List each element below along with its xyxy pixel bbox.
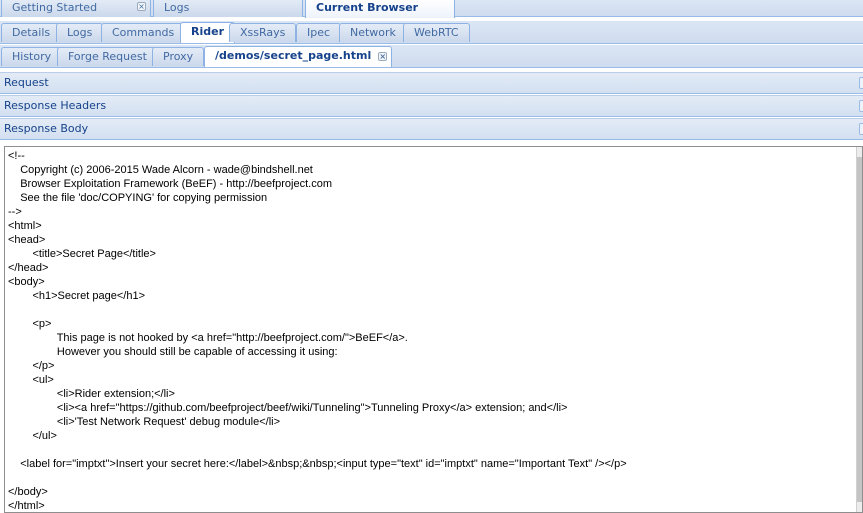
code-line: </body> [8,486,48,498]
code-line: </html> [8,500,45,512]
code-line: </ul> [8,430,57,442]
collapse-tool-icon[interactable] [859,100,863,112]
request-panel-header[interactable]: Request [0,72,863,94]
tab-getting-started[interactable]: Getting Started × [1,0,151,17]
code-line: --> [8,206,22,218]
tab-rider[interactable]: Rider [180,22,235,43]
tab-webrtc[interactable]: WebRTC [403,23,470,42]
rider-tab-strip: History Forge Request Proxy /demos/secre… [0,45,863,68]
panel-title: Response Headers [4,99,107,112]
code-line: <li>'Test Network Request' debug module<… [8,416,281,428]
code-line: Copyright (c) 2006-2015 Wade Alcorn - wa… [8,164,313,176]
code-line: <html> [8,220,42,232]
tab-xssrays[interactable]: XssRays [229,23,297,42]
main-tab-strip: Getting Started × Logs Current Browser [0,0,863,18]
response-headers-panel-header[interactable]: Response Headers [0,95,863,117]
tab-history[interactable]: History [1,47,63,66]
tab-secret-page[interactable]: /demos/secret_page.html × [204,46,393,67]
code-line: <ul> [8,374,54,386]
close-icon[interactable]: × [378,52,388,61]
code-line: <body> [8,276,45,288]
tab-label: Commands [112,26,175,39]
code-line: </p> [8,360,55,372]
tab-network[interactable]: Network [339,23,407,42]
response-body-panel-header[interactable]: Response Body [0,118,863,140]
code-line: <title>Secret Page</title> [8,248,156,260]
tab-label: Forge Request [68,50,147,63]
code-line: See the file 'doc/COPYING' for copying p… [8,192,268,204]
tab-label: Getting Started [12,1,98,14]
tab-ipec[interactable]: Ipec [296,23,342,42]
code-line: Browser Exploitation Framework (BeEF) - … [8,178,333,190]
tab-logs[interactable]: Logs [153,0,303,17]
tab-commands[interactable]: Commands [101,23,186,42]
tab-label: Ipec [307,26,331,39]
code-line: <li>Rider extension;</li> [8,388,175,400]
tab-current-browser[interactable]: Current Browser [305,0,455,18]
code-line: <p> [8,318,52,330]
tab-label: Network [350,26,396,39]
tab-label: Rider [191,25,224,38]
code-line: This page is not hooked by <a href="http… [8,332,408,344]
code-line: <h1>Secret page</h1> [8,290,145,302]
browser-tab-strip: Details Logs Commands Rider XssRays Ipec… [0,21,863,44]
tab-label: Current Browser [316,1,419,14]
tab-proxy[interactable]: Proxy [152,47,205,66]
code-line: <label for="imptxt">Insert your secret h… [8,458,627,470]
response-body-textarea[interactable]: <!-- Copyright (c) 2006-2015 Wade Alcorn… [4,146,863,513]
tab-details[interactable]: Details [1,23,62,42]
vertical-scrollbar[interactable] [856,147,862,512]
code-line: <li><a href="https://github.com/beefproj… [8,402,568,414]
code-line: </head> [8,262,49,274]
tab-label: /demos/secret_page.html [215,49,372,62]
collapse-tool-icon[interactable] [859,123,863,135]
close-icon[interactable]: × [137,2,146,11]
tab-label: Proxy [163,50,194,63]
tab-label: History [12,50,52,63]
panel-title: Response Body [4,122,89,135]
code-line: <head> [8,234,46,246]
collapse-tool-icon[interactable] [859,77,863,89]
tab-label: WebRTC [414,26,459,39]
tab-label: Logs [164,1,190,14]
code-line: <!-- [8,150,25,162]
tab-label: XssRays [240,26,286,39]
tab-forge-request[interactable]: Forge Request [57,47,158,66]
panel-title: Request [4,76,49,89]
tab-browser-logs[interactable]: Logs [56,23,104,42]
scrollbar-thumb[interactable] [857,157,862,502]
tab-label: Details [12,26,51,39]
tab-label: Logs [67,26,93,39]
code-line: However you should still be capable of a… [8,346,338,358]
response-body-content: <!-- Copyright (c) 2006-2015 Wade Alcorn… [8,149,854,512]
